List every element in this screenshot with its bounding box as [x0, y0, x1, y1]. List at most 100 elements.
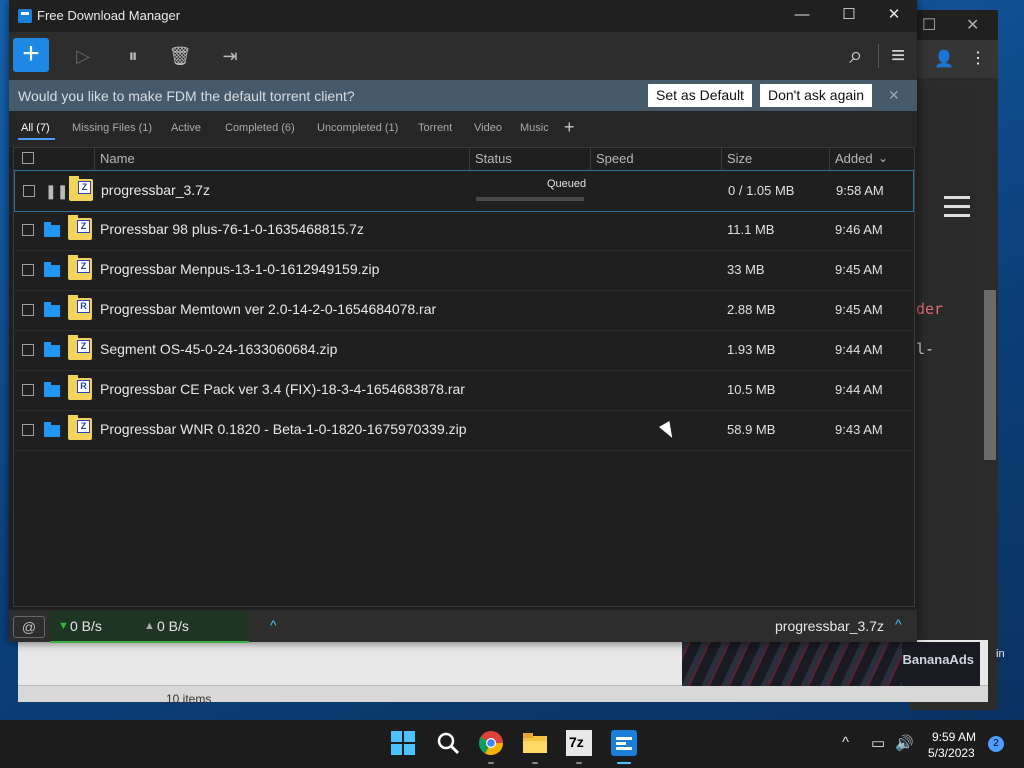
archive-file-icon: Z: [68, 215, 92, 240]
archive-file-icon: Z: [68, 255, 92, 280]
table-row[interactable]: R Progressbar CE Pack ver 3.4 (FIX)-18-3…: [14, 370, 914, 411]
open-folder-icon[interactable]: [44, 342, 60, 357]
notification-badge[interactable]: 2: [988, 736, 1004, 752]
close-icon[interactable]: ✕: [966, 15, 979, 35]
start-button[interactable]: ▷: [65, 39, 101, 73]
row-checkbox[interactable]: [22, 264, 34, 276]
dont-ask-again-button[interactable]: Don't ask again: [760, 84, 873, 107]
maximize-button[interactable]: ☐: [826, 0, 872, 32]
table-row[interactable]: Z Segment OS-45-0-24-1633060684.zip 1.93…: [14, 330, 914, 371]
open-folder-icon[interactable]: [44, 422, 60, 437]
clock-date[interactable]: 5/3/2023: [928, 746, 975, 760]
added-time: 9:44 AM: [835, 382, 883, 397]
speed-indicator[interactable]: ▼ 0 B/s ▲ 0 B/s ^: [50, 611, 277, 643]
free-download-manager-icon[interactable]: [611, 730, 637, 756]
profile-icon[interactable]: 👤: [934, 49, 954, 69]
table-row[interactable]: Z Progressbar Menpus-13-1-0-1612949159.z…: [14, 250, 914, 291]
column-status[interactable]: Status: [475, 151, 512, 166]
pause-button[interactable]: ⏸: [115, 39, 151, 73]
pause-icon[interactable]: ❚❚: [45, 183, 68, 200]
start-menu-icon[interactable]: [390, 730, 416, 756]
set-as-default-button[interactable]: Set as Default: [648, 84, 752, 107]
table-row[interactable]: Z Proressbar 98 plus-76-1-0-1635468815.7…: [14, 210, 914, 251]
search-button[interactable]: ⌕: [838, 39, 874, 73]
column-speed[interactable]: Speed: [596, 151, 634, 166]
ad-thumbnail[interactable]: BananaAds: [682, 642, 980, 686]
7zip-label: 7z: [569, 734, 584, 750]
restore-icon[interactable]: ☐: [922, 15, 936, 35]
code-line: der: [916, 300, 944, 318]
tab-all[interactable]: All (7): [21, 122, 50, 134]
tray-chevron-icon[interactable]: ^: [842, 734, 849, 751]
active-tab-indicator: [18, 138, 55, 140]
open-folder-icon[interactable]: [44, 382, 60, 397]
running-indicator: [532, 762, 538, 764]
file-name: Proressbar 98 plus-76-1-0-1635468815.7z: [100, 221, 364, 237]
tab-torrent[interactable]: Torrent: [418, 122, 452, 134]
open-folder-icon[interactable]: [44, 262, 60, 277]
table-row[interactable]: Z Progressbar WNR 0.1820 - Beta-1-0-1820…: [14, 410, 914, 451]
volume-icon[interactable]: 🔊: [895, 734, 914, 752]
file-size: 2.88 MB: [727, 302, 776, 317]
chevron-up-icon[interactable]: ^: [270, 617, 277, 633]
tab-completed[interactable]: Completed (6): [225, 122, 295, 134]
row-checkbox[interactable]: [22, 224, 34, 236]
taskbar: 7z ^ ▭ 🔊 9:59 AM 5/3/2023 2: [0, 720, 1024, 768]
progress-bar: [476, 197, 584, 201]
column-name[interactable]: Name: [100, 151, 135, 166]
current-download-name[interactable]: progressbar_3.7z: [775, 618, 884, 634]
chevron-up-icon[interactable]: ^: [895, 616, 902, 632]
upload-speed: 0 B/s: [157, 618, 189, 634]
archive-file-icon: Z: [68, 415, 92, 440]
ad-image: [682, 642, 902, 686]
notice-close-icon[interactable]: ✕: [888, 87, 900, 104]
row-checkbox[interactable]: [22, 304, 34, 316]
menu-button[interactable]: ≡: [880, 39, 916, 73]
file-explorer-icon[interactable]: [522, 730, 548, 756]
add-filter-icon[interactable]: +: [564, 117, 575, 138]
item-count: 10 items: [166, 692, 212, 706]
added-time: 9:45 AM: [835, 302, 883, 317]
archive-file-icon: R: [68, 295, 92, 320]
minimize-button[interactable]: —: [779, 0, 825, 32]
row-checkbox[interactable]: [22, 344, 34, 356]
row-checkbox[interactable]: [23, 185, 35, 197]
tab-uncompleted[interactable]: Uncompleted (1): [317, 122, 398, 134]
more-icon[interactable]: ⋮: [970, 48, 986, 68]
clock-time[interactable]: 9:59 AM: [932, 730, 976, 744]
column-added[interactable]: Added: [835, 151, 873, 166]
row-checkbox[interactable]: [22, 384, 34, 396]
row-checkbox[interactable]: [22, 424, 34, 436]
table-row[interactable]: R Progressbar Memtown ver 2.0-14-2-0-165…: [14, 290, 914, 331]
file-size: 11.1 MB: [727, 222, 775, 237]
add-download-button[interactable]: +: [13, 38, 49, 72]
open-folder-icon[interactable]: [44, 222, 60, 237]
network-icon[interactable]: ▭: [871, 734, 885, 752]
tab-music[interactable]: Music: [520, 122, 549, 134]
added-time: 9:44 AM: [835, 342, 883, 357]
scrollbar-thumb[interactable]: [984, 290, 996, 460]
background-window[interactable]: ☐ ✕ 👤 ⋮ der l-: [910, 10, 998, 710]
archive-type-badge: Z: [77, 260, 90, 273]
select-all-checkbox[interactable]: [22, 152, 34, 164]
tab-active[interactable]: Active: [171, 122, 201, 134]
notice-text: Would you like to make FDM the default t…: [18, 88, 355, 104]
tab-video[interactable]: Video: [474, 122, 502, 134]
tab-missing-files[interactable]: Missing Files (1): [72, 122, 152, 134]
file-size: 33 MB: [727, 262, 765, 277]
sort-chevron-icon[interactable]: ⌄: [878, 151, 888, 165]
default-client-notice: Would you like to make FDM the default t…: [9, 80, 917, 111]
move-button[interactable]: ⇥: [212, 39, 248, 73]
hamburger-icon[interactable]: [944, 196, 970, 223]
7zip-icon[interactable]: 7z: [566, 730, 592, 756]
snail-mode-icon[interactable]: @: [13, 616, 45, 638]
column-size[interactable]: Size: [727, 151, 752, 166]
chrome-icon[interactable]: [478, 730, 504, 756]
running-indicator: [576, 762, 582, 764]
archive-type-badge: R: [77, 300, 90, 313]
delete-button[interactable]: 🗑: [162, 39, 198, 73]
close-button[interactable]: ✕: [871, 0, 917, 32]
table-row[interactable]: ❚❚ Z progressbar_3.7z Queued 0 / 1.05 MB…: [14, 170, 914, 212]
search-icon[interactable]: [435, 730, 461, 756]
open-folder-icon[interactable]: [44, 302, 60, 317]
